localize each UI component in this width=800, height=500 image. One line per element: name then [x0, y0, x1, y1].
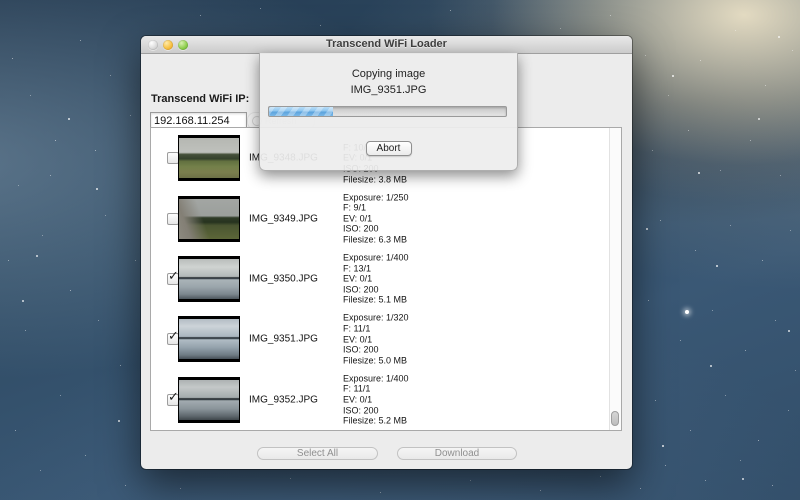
- image-filename: IMG_9349.JPG: [249, 213, 318, 224]
- thumbnail-photo: [179, 319, 239, 359]
- bright-star: [685, 310, 689, 314]
- thumbnail-photo: [179, 138, 239, 178]
- sheet-title: Copying image: [260, 68, 517, 80]
- select-all-button[interactable]: Select All: [257, 447, 378, 460]
- sheet-filename: IMG_9351.JPG: [260, 84, 517, 96]
- thumbnail-photo: [179, 259, 239, 299]
- image-exif: Exposure: 1/250 F: 9/1 EV: 0/1 ISO: 200 …: [343, 192, 409, 245]
- thumbnail-photo: [179, 380, 239, 420]
- thumbnail-photo: [179, 199, 239, 239]
- image-filename: IMG_9352.JPG: [249, 394, 318, 405]
- scrollbar-track[interactable]: [609, 128, 621, 430]
- app-window: Transcend WiFi Loader Transcend WiFi IP:…: [141, 36, 632, 469]
- stars-bright-layer: [0, 0, 2, 2]
- title-bar[interactable]: Transcend WiFi Loader: [141, 36, 632, 54]
- image-thumbnail: [178, 316, 240, 362]
- list-item[interactable]: ✓ IMG_9349.JPG Exposure: 1/250 F: 9/1 EV…: [151, 188, 621, 248]
- download-button[interactable]: Download: [397, 447, 517, 460]
- image-exif: Exposure: 1/400 F: 13/1 EV: 0/1 ISO: 200…: [343, 252, 409, 305]
- progress-bar: [268, 106, 507, 117]
- image-thumbnail: [178, 377, 240, 423]
- list-item[interactable]: ✓ IMG_9352.JPG Exposure: 1/400 F: 11/1 E…: [151, 370, 621, 430]
- image-rows: ✓ IMG_9348.JPG F: 10/1 EV: 0/1 ISO: 200 …: [151, 128, 621, 430]
- copy-progress-sheet: Copying image IMG_9351.JPG Abort: [259, 53, 518, 171]
- window-title: Transcend WiFi Loader: [141, 38, 632, 50]
- image-filename: IMG_9351.JPG: [249, 334, 318, 345]
- ip-label: Transcend WiFi IP:: [151, 93, 249, 105]
- scrollbar-thumb[interactable]: [611, 411, 619, 426]
- progress-bar-fill: [269, 107, 333, 116]
- image-thumbnail: [178, 256, 240, 302]
- image-filename: IMG_9350.JPG: [249, 273, 318, 284]
- list-item[interactable]: ✓ IMG_9351.JPG Exposure: 1/320 F: 11/1 E…: [151, 309, 621, 369]
- image-thumbnail: [178, 135, 240, 181]
- image-list[interactable]: ✓ IMG_9348.JPG F: 10/1 EV: 0/1 ISO: 200 …: [150, 127, 622, 431]
- list-item[interactable]: ✓ IMG_9350.JPG Exposure: 1/400 F: 13/1 E…: [151, 249, 621, 309]
- image-thumbnail: [178, 196, 240, 242]
- image-exif: Exposure: 1/400 F: 11/1 EV: 0/1 ISO: 200…: [343, 373, 409, 426]
- image-exif: Exposure: 1/320 F: 11/1 EV: 0/1 ISO: 200…: [343, 313, 409, 366]
- abort-button[interactable]: Abort: [366, 141, 412, 156]
